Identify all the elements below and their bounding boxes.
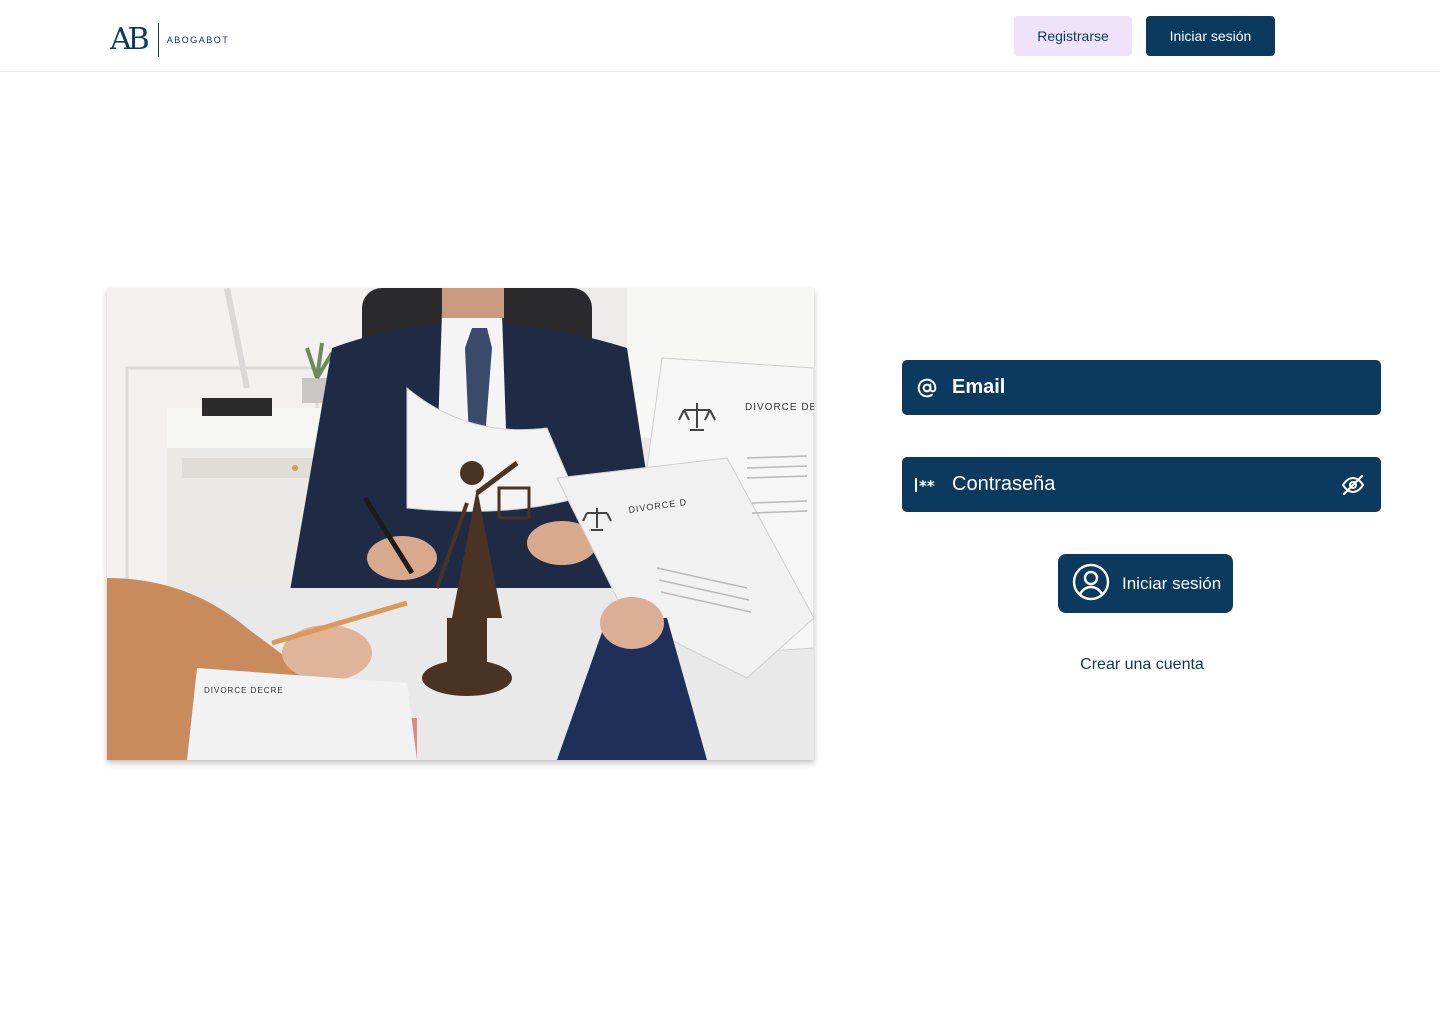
logo-divider [157, 23, 159, 57]
svg-text:**: ** [919, 477, 935, 493]
logo-text: ABOGABOT [166, 35, 230, 45]
top-header: AB ABOGABOT Registrarse Iniciar sesión [0, 0, 1440, 72]
login-submit-label: Iniciar sesión [1122, 573, 1222, 593]
password-field[interactable]: ** [902, 457, 1381, 512]
document-label-3: DIVORCE DECRE [204, 686, 284, 695]
email-input[interactable] [952, 360, 1381, 415]
password-mask-icon: ** [902, 477, 952, 493]
header-login-button[interactable]: Iniciar sesión [1146, 16, 1275, 56]
document-label-1: DIVORCE DE [745, 402, 814, 413]
user-circle-icon [1072, 563, 1110, 604]
password-input[interactable] [952, 457, 1325, 512]
email-field[interactable] [902, 360, 1381, 415]
login-submit-button[interactable]: Iniciar sesión [1058, 554, 1233, 613]
logo-mark: AB [110, 22, 150, 57]
eye-off-icon[interactable] [1325, 473, 1381, 497]
create-account-link[interactable]: Crear una cuenta [1060, 656, 1224, 674]
hero-image: DIVORCE DE DIVORCE D DIVORCE DECRE [107, 288, 814, 760]
at-icon [902, 378, 952, 398]
register-button[interactable]: Registrarse [1014, 16, 1132, 56]
abogabot-logo[interactable]: AB ABOGABOT [110, 22, 229, 58]
